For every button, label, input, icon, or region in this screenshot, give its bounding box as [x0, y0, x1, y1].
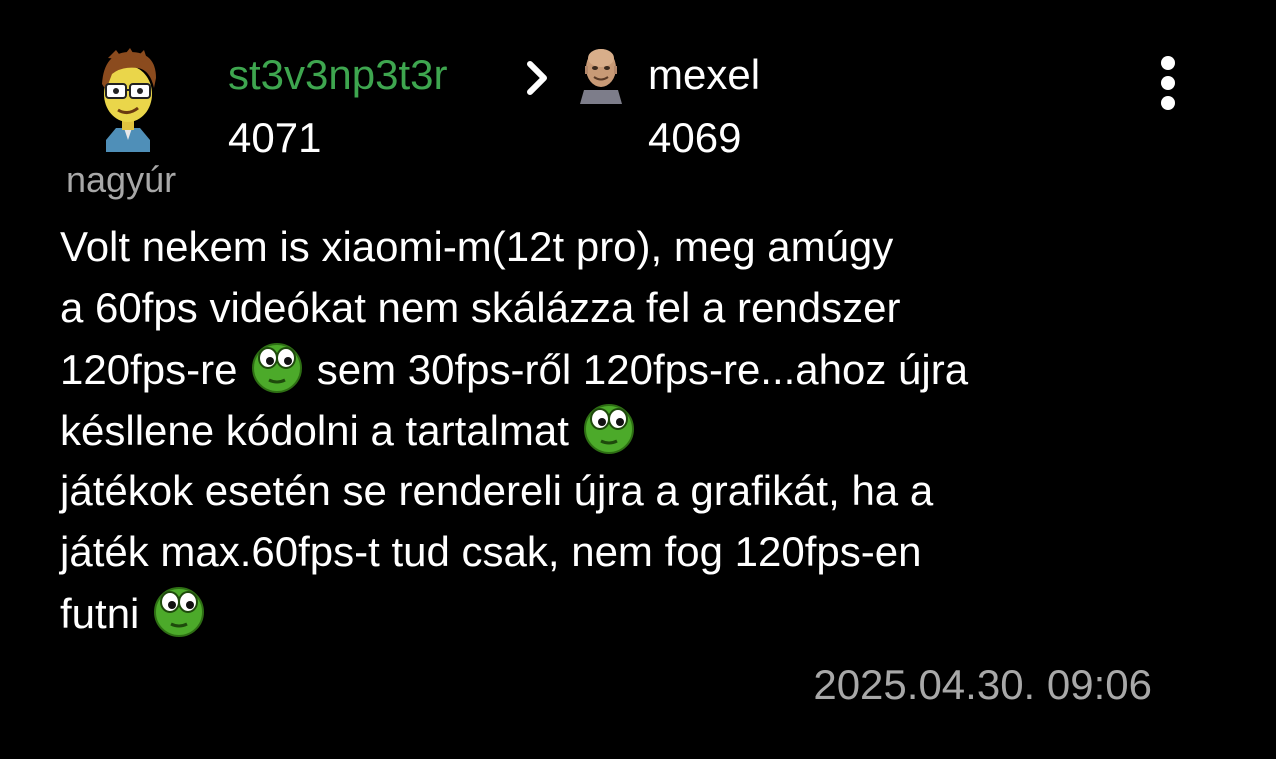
- more-vertical-icon[interactable]: [1146, 50, 1190, 116]
- post-body-line: a 60fps videókat nem skálázza fel a rend…: [60, 284, 901, 331]
- post-body-line: játék max.60fps-t tud csak, nem fog 120f…: [60, 528, 922, 575]
- post-body-line: késllene kódolni a tartalmat: [60, 399, 1180, 460]
- reply-to-post-count: 4069: [648, 114, 742, 161]
- author-avatar[interactable]: [92, 44, 164, 152]
- eyes-smiley-icon: [252, 343, 303, 393]
- post-body: Volt nekem is xiaomi-m(12t pro), meg amú…: [60, 216, 1180, 643]
- post-body-line: Volt nekem is xiaomi-m(12t pro), meg amú…: [60, 223, 894, 270]
- post-body-text: késllene kódolni a tartalmat: [60, 407, 581, 454]
- post-body-line: játékok esetén se rendereli újra a grafi…: [60, 467, 934, 514]
- post-body-line: 120fps-re sem 30fps-ről 120fps-re...ahoz…: [60, 338, 1180, 399]
- post-body-text: futni: [60, 590, 152, 637]
- author-name-link[interactable]: st3v3np3t3r: [228, 52, 447, 98]
- post-timestamp: 2025.04.30. 09:06: [813, 661, 1152, 708]
- eyes-smiley-icon: [583, 404, 634, 454]
- reply-to-avatar[interactable]: [576, 42, 626, 104]
- post-body-text: 120fps-re: [60, 346, 250, 393]
- reply-to-name-link[interactable]: mexel: [648, 52, 760, 98]
- author-post-count: 4071: [228, 114, 322, 161]
- forum-post: nagyúr st3v3np3t3r 4071 mexel 4069 Volt …: [0, 0, 1276, 759]
- post-body-text: sem 30fps-ről 120fps-re...ahoz újra: [305, 346, 969, 393]
- chevron-right-icon: [527, 61, 547, 95]
- author-rank: nagyúr: [66, 159, 177, 200]
- post-body-line: futni: [60, 582, 1180, 643]
- eyes-smiley-icon: [154, 587, 205, 637]
